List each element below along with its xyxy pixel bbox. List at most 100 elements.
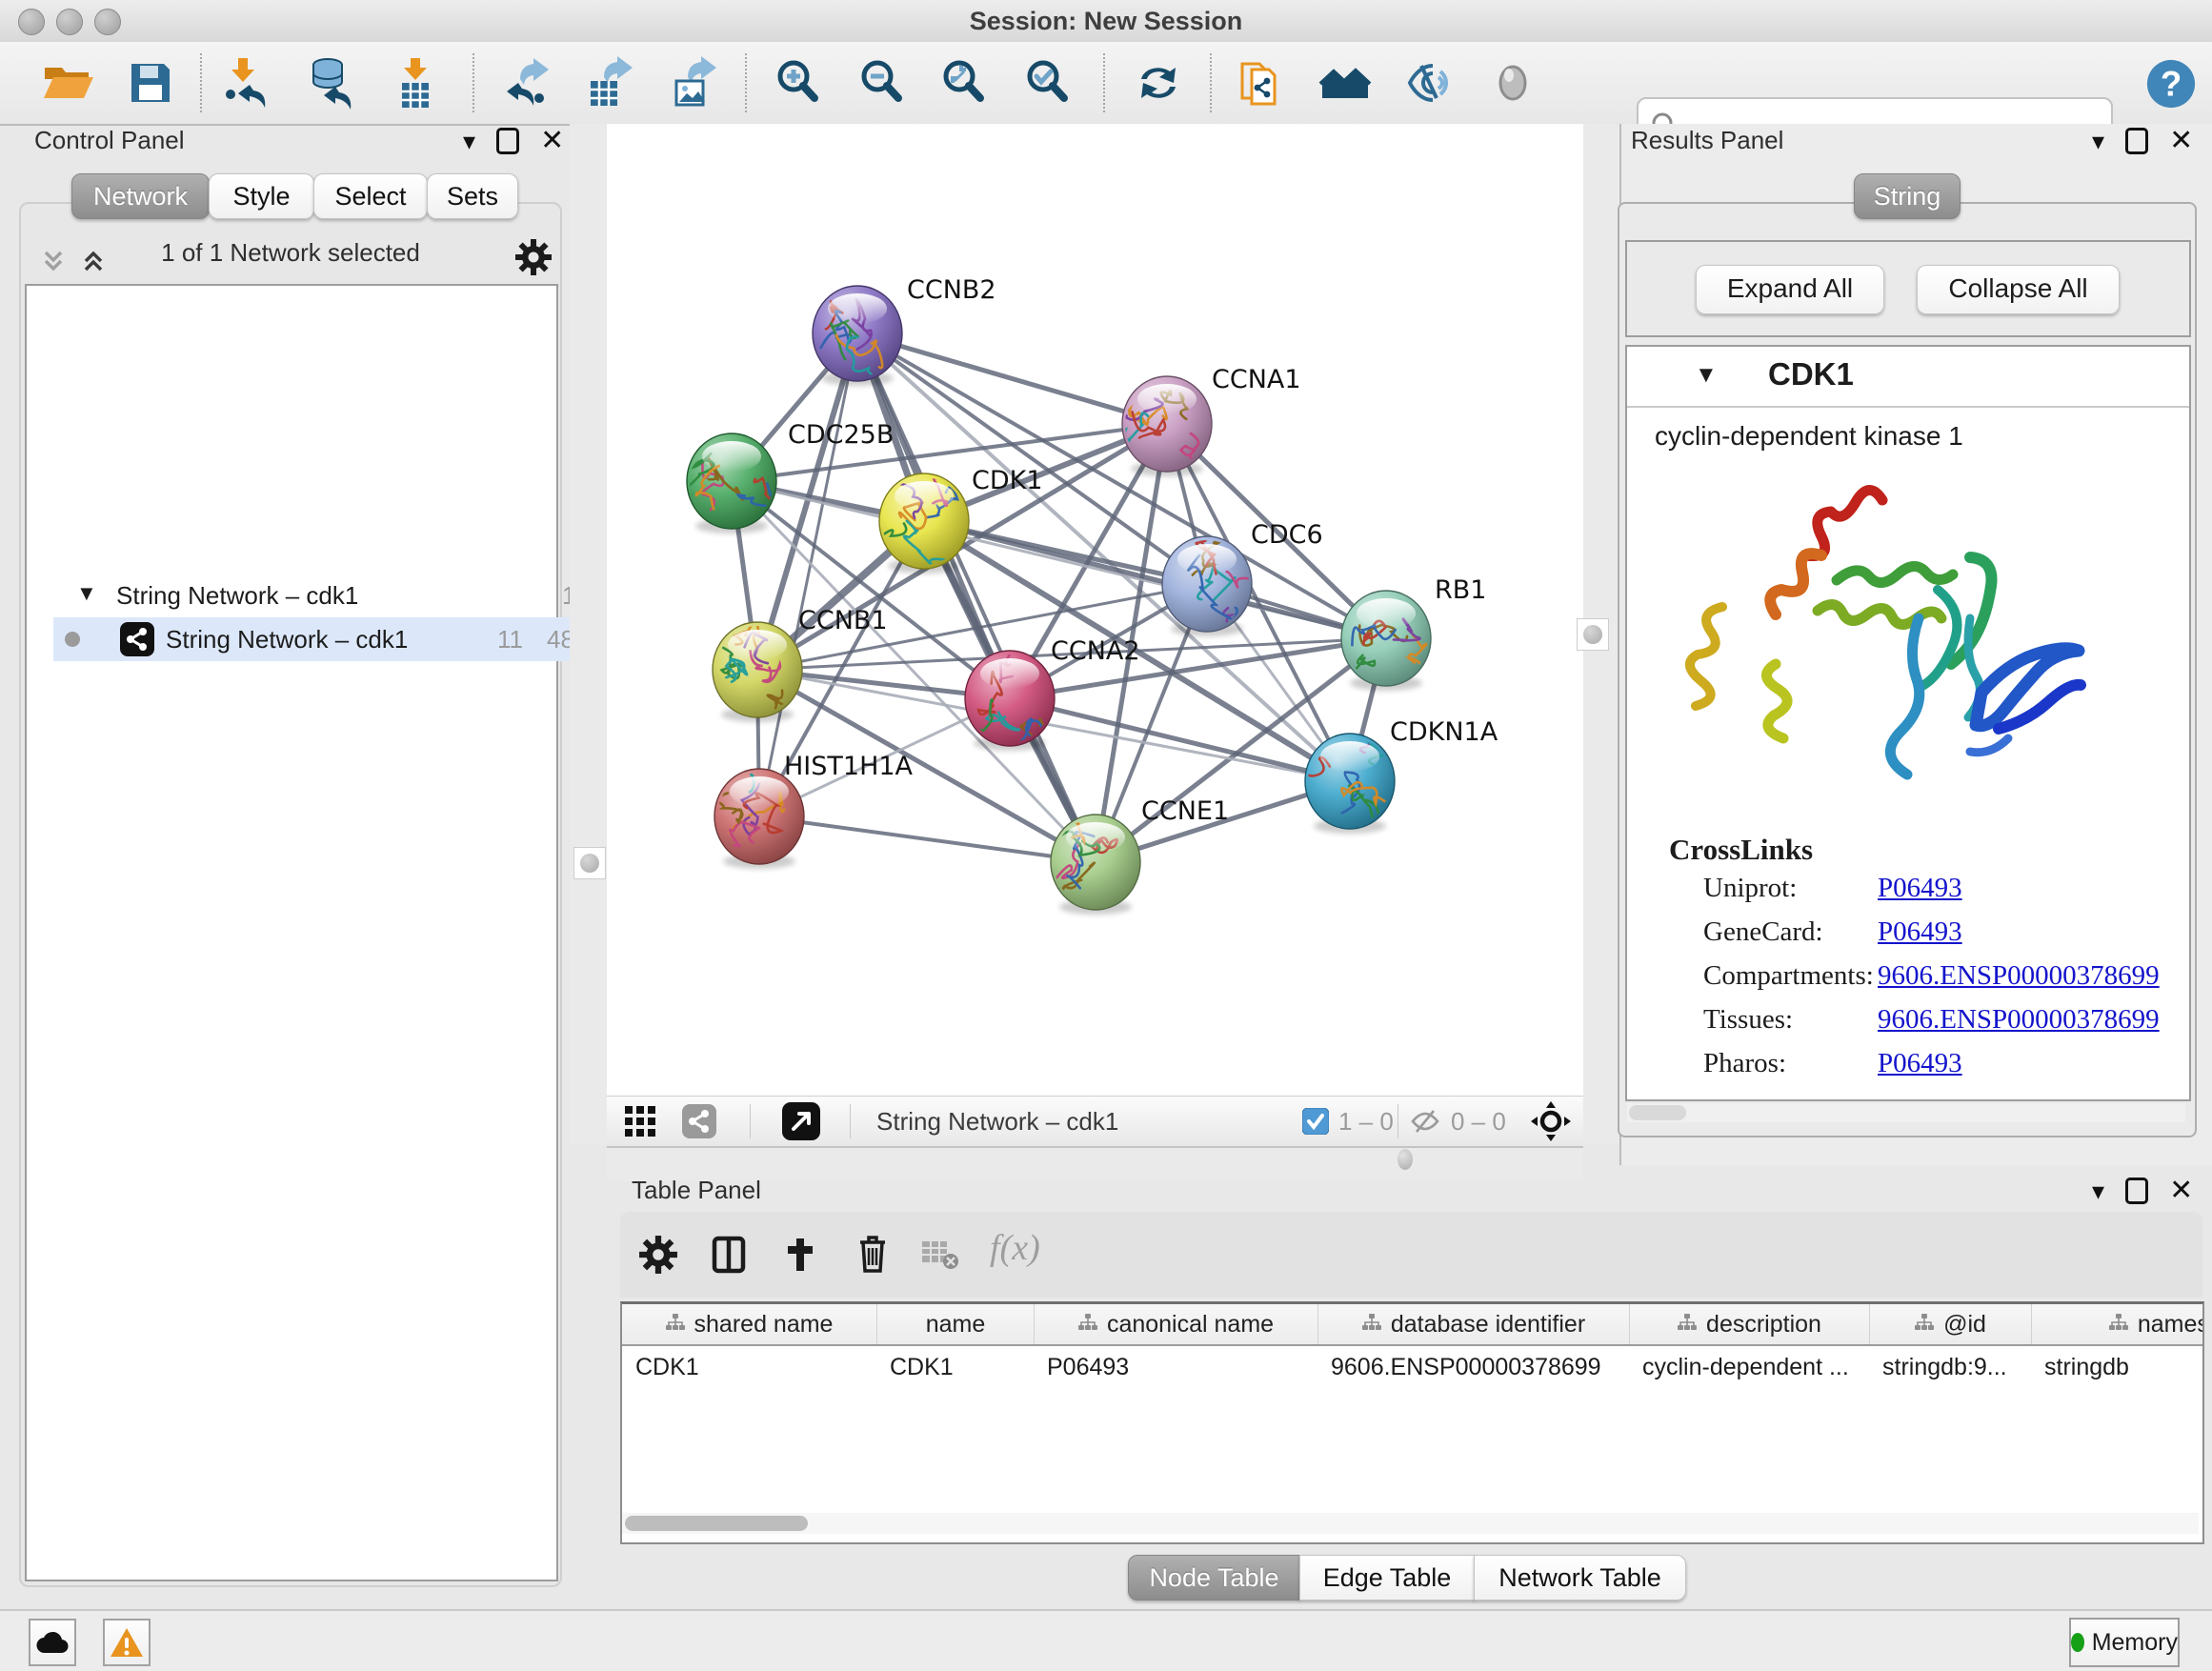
toolbar-separator: [750, 1104, 751, 1138]
crosslink-value-link[interactable]: P06493: [1878, 916, 1962, 947]
create-column-icon[interactable]: [780, 1235, 820, 1279]
network-node-label: CDC6: [1251, 520, 1323, 550]
control-panel-close-icon[interactable]: ✕: [540, 130, 564, 152]
warnings-button[interactable]: [103, 1619, 151, 1666]
tab-sets[interactable]: Sets: [427, 173, 518, 219]
open-session-icon[interactable]: [40, 56, 93, 110]
column-header-name[interactable]: name: [876, 1304, 1034, 1344]
zoom-in-icon[interactable]: [772, 56, 825, 110]
table-cell[interactable]: cyclin-dependent ...: [1629, 1346, 1869, 1388]
expand-all-networks-icon[interactable]: [78, 246, 109, 281]
import-network-from-database-icon[interactable]: [303, 56, 356, 110]
table-cell[interactable]: stringdb:9...: [1869, 1346, 2031, 1388]
right-splitter-handle[interactable]: [1577, 618, 1609, 651]
results-panel-minimize-icon[interactable]: ▾: [2092, 130, 2104, 152]
import-network-from-file-icon[interactable]: [217, 56, 271, 110]
toolbar-separator: [850, 1104, 851, 1138]
grid-view-icon[interactable]: [624, 1105, 656, 1142]
zoom-selected-icon[interactable]: [1021, 56, 1075, 110]
bottom-splitter-handle[interactable]: [1398, 1149, 1413, 1170]
cloud-status-button[interactable]: [29, 1619, 76, 1666]
crosslink-label: Uniprot:: [1703, 873, 1878, 904]
network-node-label: HIST1H1A: [784, 752, 914, 781]
left-splitter-handle[interactable]: [573, 847, 606, 879]
collection-expand-icon[interactable]: ▼: [76, 581, 97, 606]
table-panel-close-icon[interactable]: ✕: [2169, 1179, 2193, 1202]
table-panel-float-icon[interactable]: [2125, 1178, 2148, 1204]
column-label: database identifier: [1391, 1311, 1585, 1339]
fit-selected-crosshair-icon[interactable]: [1530, 1100, 1572, 1147]
left-splitter[interactable]: [570, 124, 607, 1145]
table-row[interactable]: CDK1CDK1P064939606.ENSP00000378699cyclin…: [622, 1346, 2202, 1388]
tab-network-table[interactable]: Network Table: [1474, 1555, 1686, 1601]
tab-string[interactable]: String: [1854, 173, 1961, 219]
control-panel-float-icon[interactable]: [496, 128, 519, 154]
tab-select[interactable]: Select: [313, 173, 428, 219]
column-header-namespace[interactable]: namespace: [2031, 1304, 2204, 1344]
gene-result-header[interactable]: ▼ CDK1: [1627, 347, 2189, 408]
table-cell[interactable]: CDK1: [622, 1346, 876, 1388]
zoom-out-icon[interactable]: [855, 56, 909, 110]
table-cell[interactable]: P06493: [1034, 1346, 1317, 1388]
import-table-from-file-icon[interactable]: [389, 56, 442, 110]
collapse-all-networks-icon[interactable]: [38, 246, 69, 281]
results-panel-close-icon[interactable]: ✕: [2169, 130, 2193, 152]
gene-result-card: ▼ CDK1 cyclin-dependent kinase 1 CrossLi: [1625, 345, 2191, 1101]
crosslink-label: GeneCard:: [1703, 916, 1878, 948]
tab-node-table[interactable]: Node Table: [1128, 1555, 1300, 1601]
tab-style[interactable]: Style: [209, 173, 314, 219]
zoom-fit-content-icon[interactable]: [937, 56, 991, 110]
session-home-icon[interactable]: [1318, 56, 1372, 110]
crosslink-value-link[interactable]: 9606.ENSP00000378699: [1878, 960, 2160, 991]
selected-count-checkbox-icon[interactable]: [1302, 1108, 1329, 1139]
table-panel-window-icons: ▾ ✕: [2092, 1178, 2193, 1204]
table-cell[interactable]: 9606.ENSP00000378699: [1317, 1346, 1629, 1388]
table-settings-gear-icon[interactable]: [638, 1235, 678, 1279]
network-collection-row[interactable]: ▼ String Network – cdk1 1: [53, 574, 579, 617]
collapse-all-button[interactable]: Collapse All: [1917, 265, 2120, 314]
selected-nodes-edges-count: 1 – 0: [1338, 1097, 1394, 1146]
table-horizontal-scrollbar[interactable]: [622, 1513, 2199, 1534]
crosslink-value-link[interactable]: P06493: [1878, 873, 1962, 903]
show-columns-icon[interactable]: [709, 1235, 749, 1279]
export-image-icon[interactable]: [667, 56, 720, 110]
network-edge[interactable]: [857, 333, 1096, 862]
tab-network[interactable]: Network: [71, 173, 210, 219]
save-session-icon[interactable]: [124, 56, 177, 110]
network-share-view-icon[interactable]: [682, 1104, 716, 1143]
network-edge[interactable]: [759, 816, 1096, 862]
export-table-icon[interactable]: [583, 56, 636, 110]
gene-collapse-icon[interactable]: ▼: [1695, 362, 1718, 389]
memory-button[interactable]: Memory: [2069, 1618, 2180, 1667]
crosslink-value-link[interactable]: 9606.ENSP00000378699: [1878, 1004, 2160, 1035]
column-tree-icon: [1078, 1311, 1097, 1339]
network-options-gear-icon[interactable]: [514, 238, 553, 281]
column-header-database-identifier[interactable]: database identifier: [1317, 1304, 1629, 1344]
apply-preferred-layout-icon[interactable]: [1132, 56, 1185, 110]
table-cell[interactable]: stringdb: [2031, 1346, 2204, 1388]
column-header-description[interactable]: description: [1629, 1304, 1869, 1344]
tab-edge-table[interactable]: Edge Table: [1299, 1555, 1475, 1601]
column-header--id[interactable]: @id: [1869, 1304, 2031, 1344]
network-edge[interactable]: [759, 333, 857, 816]
birds-eye-view-icon[interactable]: [782, 1102, 820, 1145]
table-cell[interactable]: CDK1: [876, 1346, 1034, 1388]
hide-graphics-details-icon[interactable]: [1400, 56, 1454, 110]
expand-all-button[interactable]: Expand All: [1696, 265, 1884, 314]
delete-columns-trash-icon[interactable]: [853, 1233, 893, 1279]
network-canvas[interactable]: CCNB2CCNA1CDC25BCDK1CDC6RB1CCNB1CCNA2CDK…: [607, 124, 1583, 1096]
column-header-canonical-name[interactable]: canonical name: [1034, 1304, 1317, 1344]
network-edge[interactable]: [857, 333, 1167, 424]
results-scrollbar[interactable]: [1627, 1103, 2185, 1122]
results-panel-float-icon[interactable]: [2125, 128, 2148, 154]
help-icon[interactable]: ?: [2145, 58, 2197, 110]
column-header-shared-name[interactable]: shared name: [622, 1304, 876, 1344]
clone-network-icon[interactable]: [1237, 56, 1290, 110]
table-panel-minimize-icon[interactable]: ▾: [2092, 1179, 2104, 1202]
export-network-icon[interactable]: [499, 56, 553, 110]
control-panel-minimize-icon[interactable]: ▾: [463, 130, 475, 152]
network-row-selected[interactable]: String Network – cdk1 11 48: [53, 617, 579, 661]
crosslink-row: GeneCard:P06493: [1703, 916, 1962, 948]
crosslink-value-link[interactable]: P06493: [1878, 1048, 1962, 1078]
show-graphics-details-icon[interactable]: [1486, 56, 1539, 110]
